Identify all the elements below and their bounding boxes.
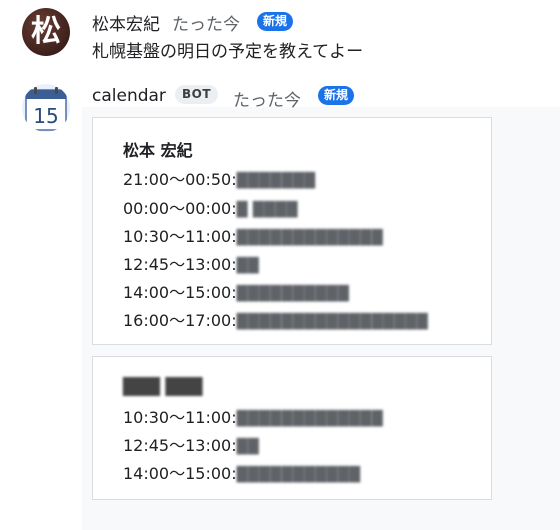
card-title: 松本 宏紀 [123, 141, 193, 160]
sender-name[interactable]: 松本宏紀 [92, 10, 160, 35]
bot-message-time: たった今 [233, 91, 301, 111]
card-title: ███ ███ [123, 377, 203, 396]
event-title: █████████████ [236, 230, 384, 246]
calendar-icon: 15 [22, 84, 70, 132]
schedule-card: ███ ███ 10:30〜11:00:█████████████ 12:45〜… [92, 356, 492, 500]
event-row: 10:30〜11:00:█████████████ [123, 223, 383, 247]
event-title: ███████████ [236, 467, 361, 483]
event-title: ███████ [236, 173, 316, 189]
event-time: 00:00〜00:00: [123, 199, 237, 218]
event-title: █████████████ [236, 411, 384, 427]
bot-sender-name[interactable]: calendar [92, 86, 166, 106]
event-time: 21:00〜00:50: [123, 170, 237, 189]
event-title: █ ████ [236, 202, 298, 218]
event-row: 14:00〜15:00:███████████ [123, 460, 361, 484]
bot-new-badge: 新規 [318, 86, 355, 105]
event-title: █████████████████ [236, 314, 429, 330]
event-time: 14:00〜15:00: [123, 283, 237, 302]
event-time: 16:00〜17:00: [123, 311, 237, 330]
event-row: 12:45〜13:00:██ [123, 251, 259, 275]
avatar-initial: 松 [31, 14, 61, 49]
message-time: たった今 [172, 15, 240, 35]
schedule-card: 松本 宏紀 21:00〜00:50:███████ 00:00〜00:00:█ … [92, 117, 492, 345]
event-row: 10:30〜11:00:█████████████ [123, 404, 383, 428]
event-title: ██████████ [236, 286, 350, 302]
event-time: 14:00〜15:00: [123, 464, 237, 483]
event-row: 16:00〜17:00:█████████████████ [123, 307, 428, 331]
event-time: 12:45〜13:00: [123, 255, 237, 274]
calendar-day: 15 [33, 104, 58, 128]
message-text: 札幌基盤の明日の予定を教えてよー [92, 42, 364, 62]
event-title: ██ [236, 439, 260, 455]
calendar-bot-avatar[interactable]: 15 [22, 84, 70, 132]
event-time: 10:30〜11:00: [123, 227, 237, 246]
user-avatar[interactable]: 松 [22, 8, 70, 56]
event-row: 00:00〜00:00:█ ████ [123, 195, 298, 219]
bot-badge: BOT [175, 85, 219, 104]
event-row: 14:00〜15:00:██████████ [123, 279, 349, 303]
event-row: 12:45〜13:00:██ [123, 432, 259, 456]
event-title: ██ [236, 258, 260, 274]
event-time: 12:45〜13:00: [123, 436, 237, 455]
event-row: 21:00〜00:50:███████ [123, 166, 316, 190]
event-time: 10:30〜11:00: [123, 408, 237, 427]
new-badge: 新規 [257, 12, 294, 31]
